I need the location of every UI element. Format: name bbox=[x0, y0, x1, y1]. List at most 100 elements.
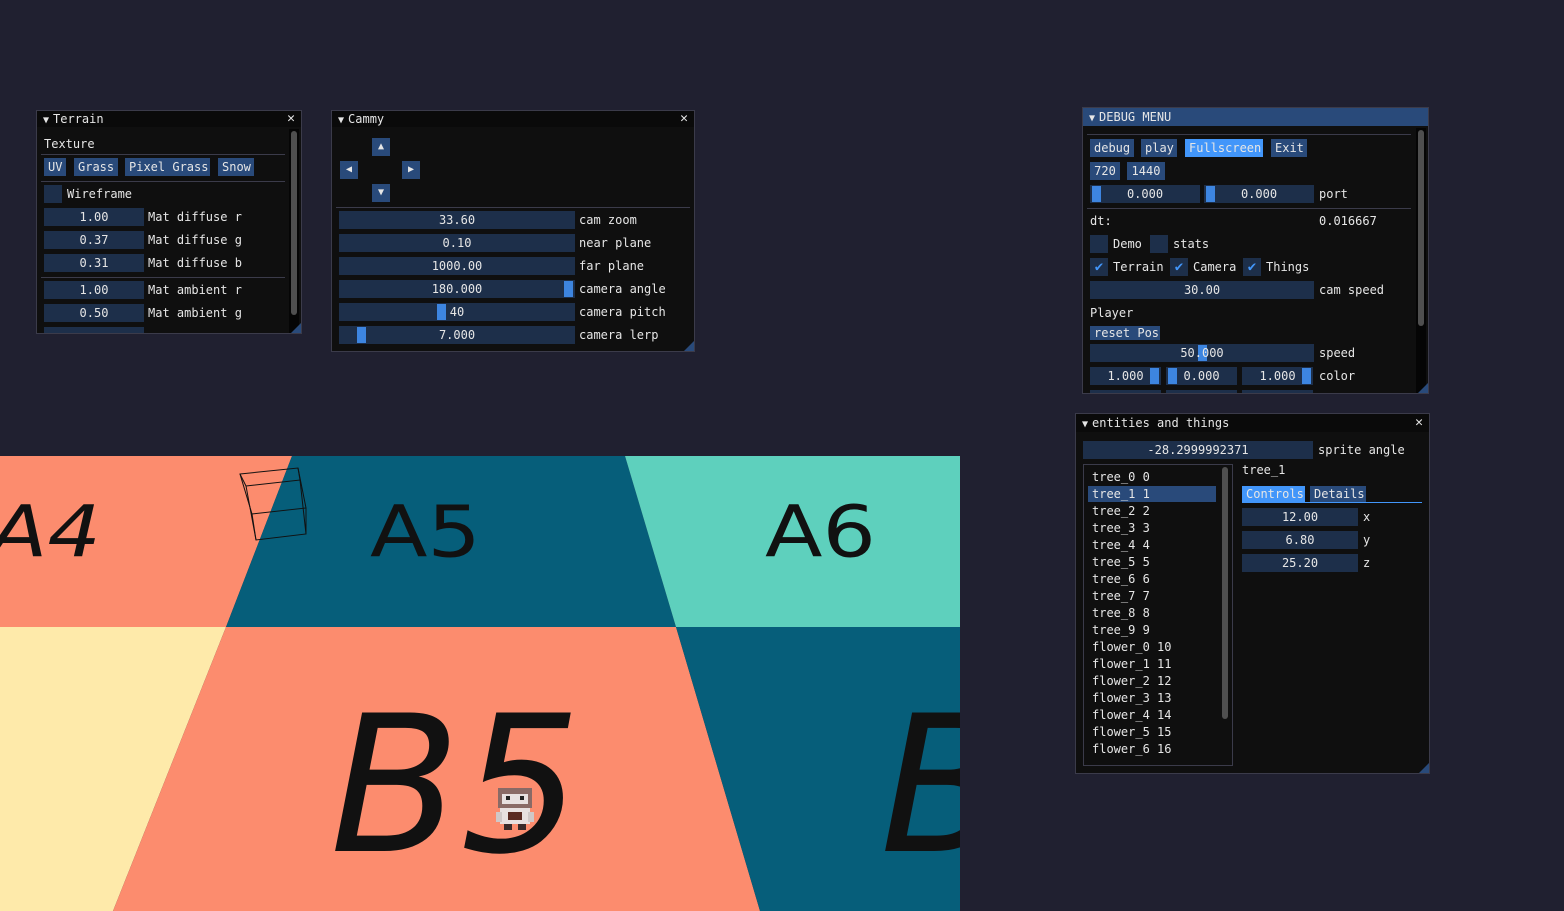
color-g-slider[interactable]: 0.000 bbox=[1166, 367, 1237, 385]
list-item[interactable]: tree_4 4 bbox=[1088, 537, 1216, 553]
list-item[interactable]: tree_3 3 bbox=[1088, 520, 1216, 536]
tab-details[interactable]: Details bbox=[1310, 486, 1366, 502]
demo-label: Demo bbox=[1113, 237, 1142, 251]
resize-grip-icon[interactable] bbox=[1419, 763, 1429, 773]
camera-lerp-slider[interactable]: 7.000 bbox=[339, 326, 575, 344]
list-item[interactable]: tree_1 1 bbox=[1088, 486, 1216, 502]
game-viewport[interactable]: A4 A5 A6 B5 B bbox=[0, 456, 960, 911]
port-x-slider[interactable]: 0.000 bbox=[1090, 185, 1200, 203]
resize-grip-icon[interactable] bbox=[684, 341, 694, 351]
camera-checkbox[interactable]: ✔ bbox=[1170, 258, 1188, 276]
exit-button[interactable]: Exit bbox=[1271, 139, 1307, 157]
scrollbar[interactable] bbox=[1416, 128, 1426, 393]
pan-left-button[interactable]: ◀ bbox=[340, 161, 358, 179]
collapse-arrow-icon[interactable]: ▼ bbox=[1082, 419, 1088, 430]
list-item[interactable]: flower_0 10 bbox=[1088, 639, 1216, 655]
mat-ambient-r-label: Mat ambient r bbox=[148, 283, 242, 297]
list-item[interactable]: tree_6 6 bbox=[1088, 571, 1216, 587]
scrollbar-thumb[interactable] bbox=[1418, 130, 1424, 326]
camera-pitch-label: camera pitch bbox=[579, 305, 666, 319]
speed-slider[interactable]: 50.000 bbox=[1090, 344, 1314, 362]
things-check-label: Things bbox=[1266, 260, 1310, 274]
debug-menu-titlebar[interactable]: ▼ DEBUG MENU bbox=[1083, 108, 1428, 126]
camera-pitch-slider[interactable]: 40 bbox=[339, 303, 575, 321]
mat-ambient-g-field[interactable]: 0.50 bbox=[44, 304, 144, 322]
pos-x-field[interactable]: 12.00 bbox=[1242, 508, 1358, 526]
pan-right-button[interactable]: ▶ bbox=[402, 161, 420, 179]
collapse-arrow-icon[interactable]: ▼ bbox=[43, 115, 49, 126]
texture-pixel-grass-button[interactable]: Pixel Grass bbox=[125, 158, 210, 176]
sprite-angle-field[interactable]: -28.2999992371 bbox=[1083, 441, 1313, 459]
player-label: Player bbox=[1090, 306, 1134, 320]
slider-grab[interactable] bbox=[1302, 368, 1311, 384]
list-item[interactable]: flower_6 16 bbox=[1088, 741, 1216, 757]
mat-diffuse-b-field[interactable]: 0.31 bbox=[44, 254, 144, 272]
demo-checkbox[interactable] bbox=[1090, 235, 1108, 253]
size-1440-button[interactable]: 1440 bbox=[1127, 162, 1165, 180]
collapse-arrow-icon[interactable]: ▼ bbox=[338, 115, 344, 126]
close-icon[interactable]: ✕ bbox=[287, 111, 295, 127]
port-y-slider[interactable]: 0.000 bbox=[1204, 185, 1314, 203]
pos-y-field[interactable]: 6.80 bbox=[1242, 531, 1358, 549]
list-item[interactable]: tree_0 0 bbox=[1088, 469, 1216, 485]
collapse-arrow-icon[interactable]: ▼ bbox=[1089, 113, 1095, 124]
terrain-titlebar[interactable]: ▼ Terrain ✕ bbox=[37, 111, 301, 127]
mat-diffuse-g-field[interactable]: 0.37 bbox=[44, 231, 144, 249]
stats-checkbox[interactable] bbox=[1150, 235, 1168, 253]
resize-grip-icon[interactable] bbox=[291, 323, 301, 333]
list-item[interactable]: flower_1 11 bbox=[1088, 656, 1216, 672]
pan-up-button[interactable]: ▲ bbox=[372, 138, 390, 156]
list-item[interactable]: tree_9 9 bbox=[1088, 622, 1216, 638]
mat-ambient-r-field[interactable]: 1.00 bbox=[44, 281, 144, 299]
things-checkbox[interactable]: ✔ bbox=[1243, 258, 1261, 276]
pos-z-field[interactable]: 25.20 bbox=[1242, 554, 1358, 572]
slider-grab[interactable] bbox=[1168, 368, 1177, 384]
entities-window: ▼ entities and things ✕ -28.2999992371 sp… bbox=[1075, 413, 1430, 774]
list-item[interactable]: flower_4 14 bbox=[1088, 707, 1216, 723]
cammy-titlebar[interactable]: ▼ Cammy ✕ bbox=[332, 111, 694, 127]
resize-grip-icon[interactable] bbox=[1418, 383, 1428, 393]
camera-angle-slider[interactable]: 180.000 bbox=[339, 280, 575, 298]
slider-grab[interactable] bbox=[1150, 368, 1159, 384]
pan-down-button[interactable]: ▼ bbox=[372, 184, 390, 202]
scrollbar-thumb[interactable] bbox=[291, 131, 297, 315]
close-icon[interactable]: ✕ bbox=[1415, 414, 1423, 432]
cam-speed-field[interactable]: 30.00 bbox=[1090, 281, 1314, 299]
play-button[interactable]: play bbox=[1141, 139, 1177, 157]
terrain-checkbox[interactable]: ✔ bbox=[1090, 258, 1108, 276]
near-plane-field[interactable]: 0.10 bbox=[339, 234, 575, 252]
list-item[interactable]: tree_5 5 bbox=[1088, 554, 1216, 570]
entities-titlebar[interactable]: ▼ entities and things ✕ bbox=[1076, 414, 1429, 432]
debug-button[interactable]: debug bbox=[1090, 139, 1134, 157]
list-item[interactable]: tree_7 7 bbox=[1088, 588, 1216, 604]
slider-grab[interactable] bbox=[1092, 186, 1101, 202]
list-item[interactable]: flower_3 13 bbox=[1088, 690, 1216, 706]
texture-snow-button[interactable]: Snow bbox=[218, 158, 254, 176]
list-item[interactable]: tree_8 8 bbox=[1088, 605, 1216, 621]
far-plane-field[interactable]: 1000.00 bbox=[339, 257, 575, 275]
fullscreen-button[interactable]: Fullscreen bbox=[1185, 139, 1263, 157]
texture-grass-button[interactable]: Grass bbox=[74, 158, 118, 176]
wireframe-checkbox[interactable] bbox=[44, 185, 62, 203]
slider-grab[interactable] bbox=[564, 281, 573, 297]
scrollbar[interactable] bbox=[289, 129, 299, 333]
scrollbar[interactable] bbox=[1220, 465, 1230, 765]
slider-grab[interactable] bbox=[356, 327, 366, 343]
cam-zoom-field[interactable]: 33.60 bbox=[339, 211, 575, 229]
reset-pos-button[interactable]: reset Pos bbox=[1090, 326, 1160, 340]
list-item[interactable]: flower_2 12 bbox=[1088, 673, 1216, 689]
texture-uv-button[interactable]: UV bbox=[44, 158, 66, 176]
list-item[interactable]: flower_5 15 bbox=[1088, 724, 1216, 740]
close-icon[interactable]: ✕ bbox=[680, 111, 688, 127]
scrollbar-thumb[interactable] bbox=[1222, 467, 1228, 719]
entity-list[interactable]: tree_0 0 tree_1 1 tree_2 2 tree_3 3 tree_4 4… bbox=[1083, 464, 1233, 766]
tile-label-a6: A6 bbox=[765, 491, 876, 573]
slider-grab[interactable] bbox=[1206, 186, 1215, 202]
mat-diffuse-r-field[interactable]: 1.00 bbox=[44, 208, 144, 226]
list-item[interactable]: tree_2 2 bbox=[1088, 503, 1216, 519]
size-720-button[interactable]: 720 bbox=[1090, 162, 1120, 180]
slider-grab[interactable] bbox=[436, 304, 446, 320]
color-r-slider[interactable]: 1.000 bbox=[1090, 367, 1161, 385]
tab-controls[interactable]: Controls bbox=[1242, 486, 1305, 502]
color-b-slider[interactable]: 1.000 bbox=[1242, 367, 1313, 385]
